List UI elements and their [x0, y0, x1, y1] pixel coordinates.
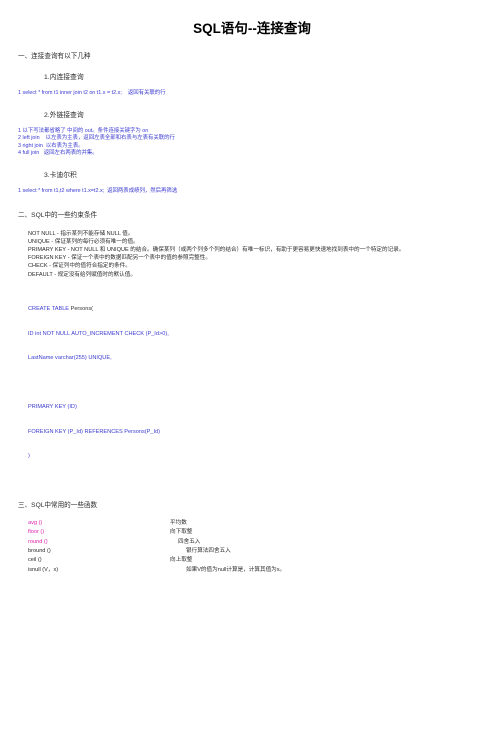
code-line: 1 select * from t1,t2 where t1.x=t2.x; 返…: [18, 188, 496, 196]
function-description: 银行算法四舍五入: [186, 548, 231, 555]
sql-line: ): [28, 452, 496, 460]
function-name: bround (): [28, 548, 51, 555]
sql-text: FOREIGN KEY (P_Id) REFERENCES Persons(P_…: [28, 428, 161, 435]
code-text: right join 以右表为主表。: [22, 142, 84, 149]
function-description: 向上取整: [170, 557, 193, 564]
sql-text: ): [28, 453, 30, 460]
page-title: SQL语句--连接查询: [193, 21, 311, 36]
sql-blank-line: [28, 379, 496, 387]
sql-keyword: CREATE TABLE: [28, 306, 71, 313]
sql-line: FOREIGN KEY (P_Id) REFERENCES Persons(P_…: [28, 428, 496, 436]
function-description: 四舍五入: [178, 538, 201, 545]
function-name: avg (): [28, 519, 43, 526]
function-description: 如果V的值为null计算是，计算其值为x。: [186, 566, 286, 573]
code-line: 4 full join 返回左右两表的并集。: [18, 150, 496, 158]
section-heading-2: 二、SQL中的一些约束条件: [18, 211, 98, 219]
code-line: 1 select * from t1 inner join t2 on t1.x…: [18, 90, 496, 98]
function-name: ceil (): [28, 557, 42, 564]
code-text: left join 以左表为主表，返回左表全部和右表与左表有关联的行: [22, 135, 175, 142]
table-row: avg () 平均数: [28, 519, 285, 528]
sql-line: LastName varchar(255) UNIQUE,: [28, 354, 496, 362]
constraint-item: FOREIGN KEY - 保证一个表中的数据匹配另一个表中的值的参照完整性。: [28, 255, 211, 262]
constraint-item: UNIQUE - 保证某列的每行必须有唯一的值。: [28, 238, 139, 245]
table-row: round () 四舍五入: [28, 538, 285, 547]
constraints-list: NOT NULL - 指示某列不能存储 NULL 值。 UNIQUE - 保证某…: [28, 230, 496, 279]
table-row: bround () 银行算法四舍五入: [28, 547, 285, 556]
code-block-outer-join: 1 以下写法都省略了 中间的 out。条件连接关键字为 on 2 left jo…: [18, 128, 496, 158]
sql-line: CREATE TABLE Persons(: [28, 305, 496, 313]
function-name: floor (): [28, 529, 45, 536]
code-block-cartesian: 1 select * from t1,t2 where t1.x=t2.x; 返…: [18, 188, 496, 196]
functions-table: avg () 平均数 floor () 向下取整 round () 四舍五入 b…: [28, 519, 285, 575]
subsection-heading-1-2: 2.外链接查询: [44, 111, 84, 119]
sql-line: ID int NOT NULL AUTO_INCREMENT CHECK (P_…: [28, 330, 496, 338]
function-name: round (): [28, 538, 48, 545]
code-block-inner-join: 1 select * from t1 inner join t2 on t1.x…: [18, 90, 496, 98]
sql-line: PRIMARY KEY (ID): [28, 403, 496, 411]
sql-text: ID int NOT NULL AUTO_INCREMENT CHECK (P_…: [28, 330, 169, 337]
create-table-snippet: CREATE TABLE Persons( ID int NOT NULL AU…: [28, 289, 496, 477]
sql-identifier: Persons(: [70, 306, 93, 313]
code-text: full join 返回左右两表的并集。: [22, 150, 98, 157]
document-page: SQL语句--连接查询 一、连接查询有以下几种 1.内连接查询 1 select…: [0, 17, 504, 730]
code-text: 以下写法都省略了 中间的 out。条件连接关键字为 on: [22, 127, 149, 134]
function-name: isnull (V，x): [28, 566, 59, 573]
constraint-item: PRIMARY KEY - NOT NULL 和 UNIQUE 的结合。确保某列…: [28, 246, 405, 253]
subsection-heading-1-1: 1.内连接查询: [44, 74, 84, 81]
constraint-item: NOT NULL - 指示某列不能存储 NULL 值。: [28, 230, 134, 237]
function-description: 平均数: [170, 519, 187, 526]
constraint-item: DEFAULT - 规定没有给列赋值时的默认值。: [28, 271, 136, 278]
table-row: floor () 向下取整: [28, 528, 285, 537]
constraint-item: CHECK - 保证列中的值符合指定的条件。: [28, 263, 131, 270]
table-row: ceil () 向上取整: [28, 556, 285, 565]
sql-text: PRIMARY KEY (ID): [28, 404, 77, 411]
table-row: isnull (V，x) 如果V的值为null计算是，计算其值为x。: [28, 566, 285, 575]
sql-text: LastName varchar(255) UNIQUE,: [28, 355, 112, 362]
section-heading-1: 一、连接查询有以下几种: [18, 53, 91, 60]
code-line: 2 left join 以左表为主表，返回左表全部和右表与左表有关联的行: [18, 135, 496, 143]
code-text: select * from t1 inner join t2 on t1.x =…: [22, 90, 166, 96]
function-description: 向下取整: [170, 529, 193, 536]
subsection-heading-1-3: 3.卡迪尔积: [44, 171, 77, 179]
code-text: select * from t1,t2 where t1.x=t2.x; 返回两…: [22, 187, 178, 194]
section-heading-3: 三、SQL中常用的一些函数: [18, 501, 98, 509]
